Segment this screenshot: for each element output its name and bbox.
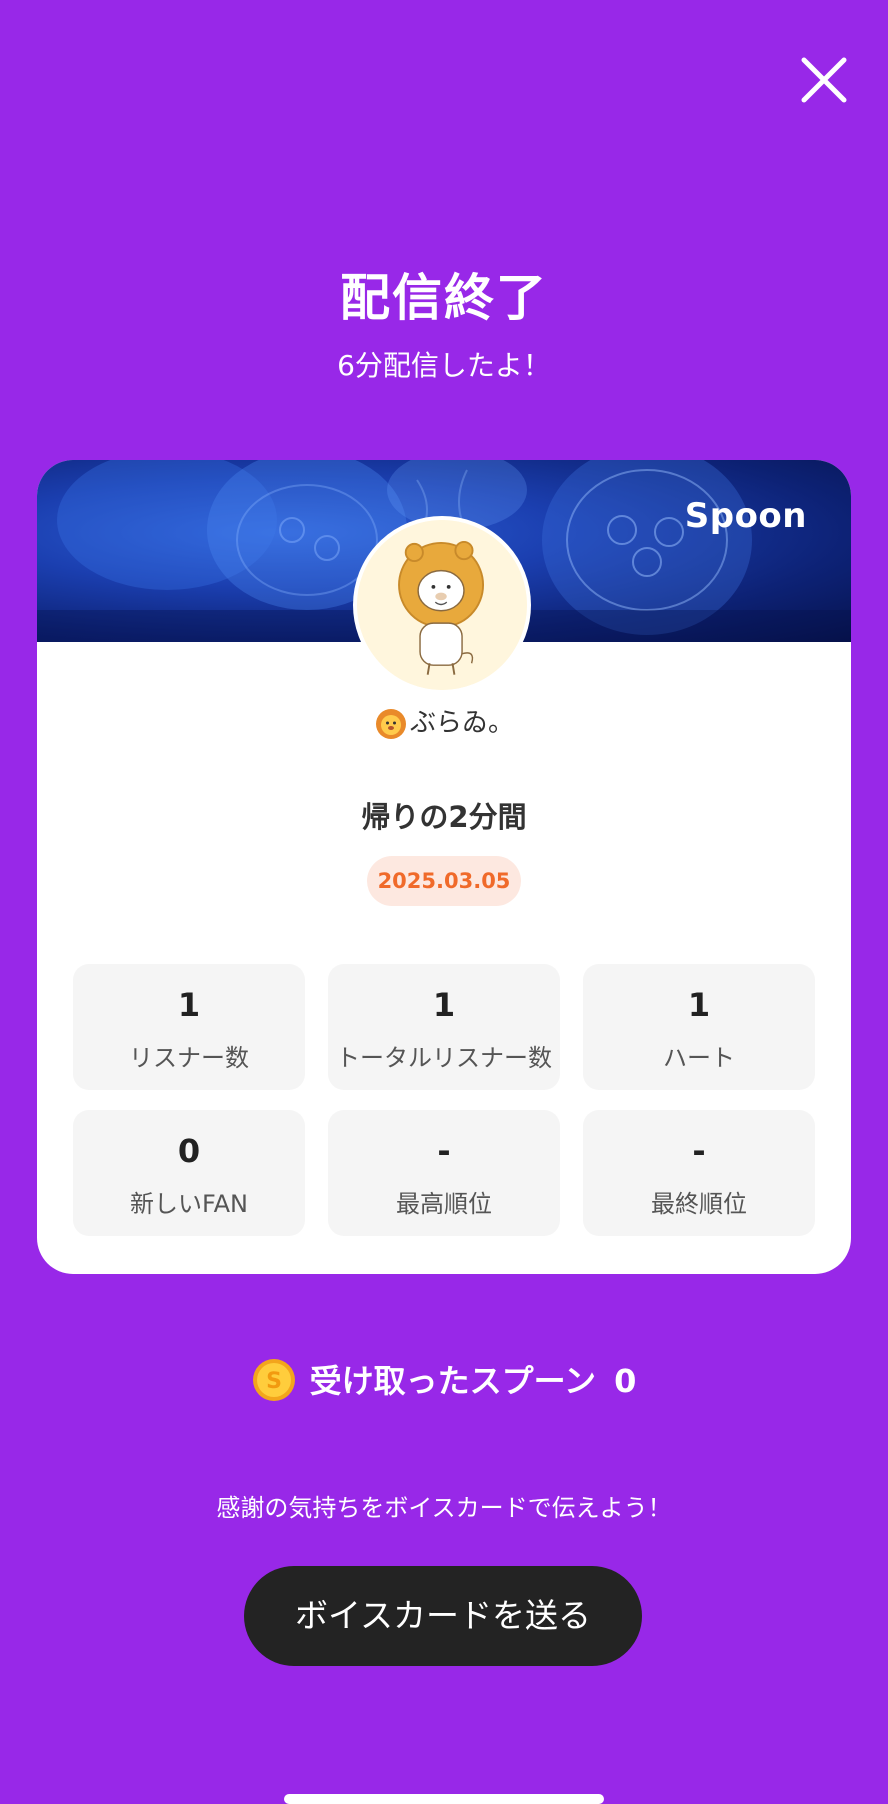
stat-new-fans: 0 新しいFAN (73, 1110, 305, 1236)
stat-total-listeners: 1 トータルリスナー数 (328, 964, 560, 1090)
svg-text:S: S (266, 1369, 282, 1394)
stat-listeners: 1 リスナー数 (73, 964, 305, 1090)
stat-value: - (437, 1132, 451, 1170)
broadcast-summary-card: Spoon ぶらゐ。 帰りの2分間 2025.03.05 1 リスナー数 1 ト… (37, 460, 851, 1274)
spoon-coin-icon: S (252, 1358, 296, 1402)
spoon-brand-logo: Spoon (684, 496, 807, 536)
lion-face-icon (374, 707, 408, 741)
received-spoons-label: 受け取ったスプーン (309, 1362, 597, 1400)
stat-value: 1 (687, 986, 711, 1024)
stat-value: - (692, 1132, 706, 1170)
avatar[interactable] (353, 516, 531, 694)
date-badge: 2025.03.05 (367, 856, 521, 906)
home-indicator (284, 1794, 604, 1804)
thanks-message: 感謝の気持ちをボイスカードで伝えよう！ (216, 1494, 672, 1522)
broadcast-duration-text: 6分配信したよ！ (337, 349, 551, 382)
lion-avatar-image (357, 520, 527, 690)
stat-label: トータルリスナー数 (336, 1044, 552, 1072)
stat-value: 1 (432, 986, 456, 1024)
stat-highest-rank: - 最高順位 (328, 1110, 560, 1236)
stat-value: 0 (177, 1132, 201, 1170)
username-row: ぶらゐ。 (37, 702, 851, 741)
received-spoons: S 受け取ったスプーン 0 (0, 1356, 888, 1405)
stat-final-rank: - 最終順位 (583, 1110, 815, 1236)
stat-label: 最高順位 (396, 1190, 492, 1218)
stat-value: 1 (177, 986, 201, 1024)
close-button[interactable] (796, 52, 852, 108)
stat-label: リスナー数 (129, 1044, 249, 1072)
stream-title: 帰りの2分間 (361, 800, 527, 834)
stat-label: ハート (663, 1044, 735, 1072)
username: ぶらゐ。 (409, 708, 514, 738)
page-title: 配信終了 (340, 269, 548, 327)
stat-label: 最終順位 (651, 1190, 747, 1218)
close-icon (801, 57, 847, 103)
send-voice-card-button[interactable]: ボイスカードを送る (244, 1566, 642, 1666)
received-spoons-count: 0 (614, 1362, 637, 1400)
stat-label: 新しいFAN (130, 1190, 248, 1218)
stat-hearts: 1 ハート (583, 964, 815, 1090)
